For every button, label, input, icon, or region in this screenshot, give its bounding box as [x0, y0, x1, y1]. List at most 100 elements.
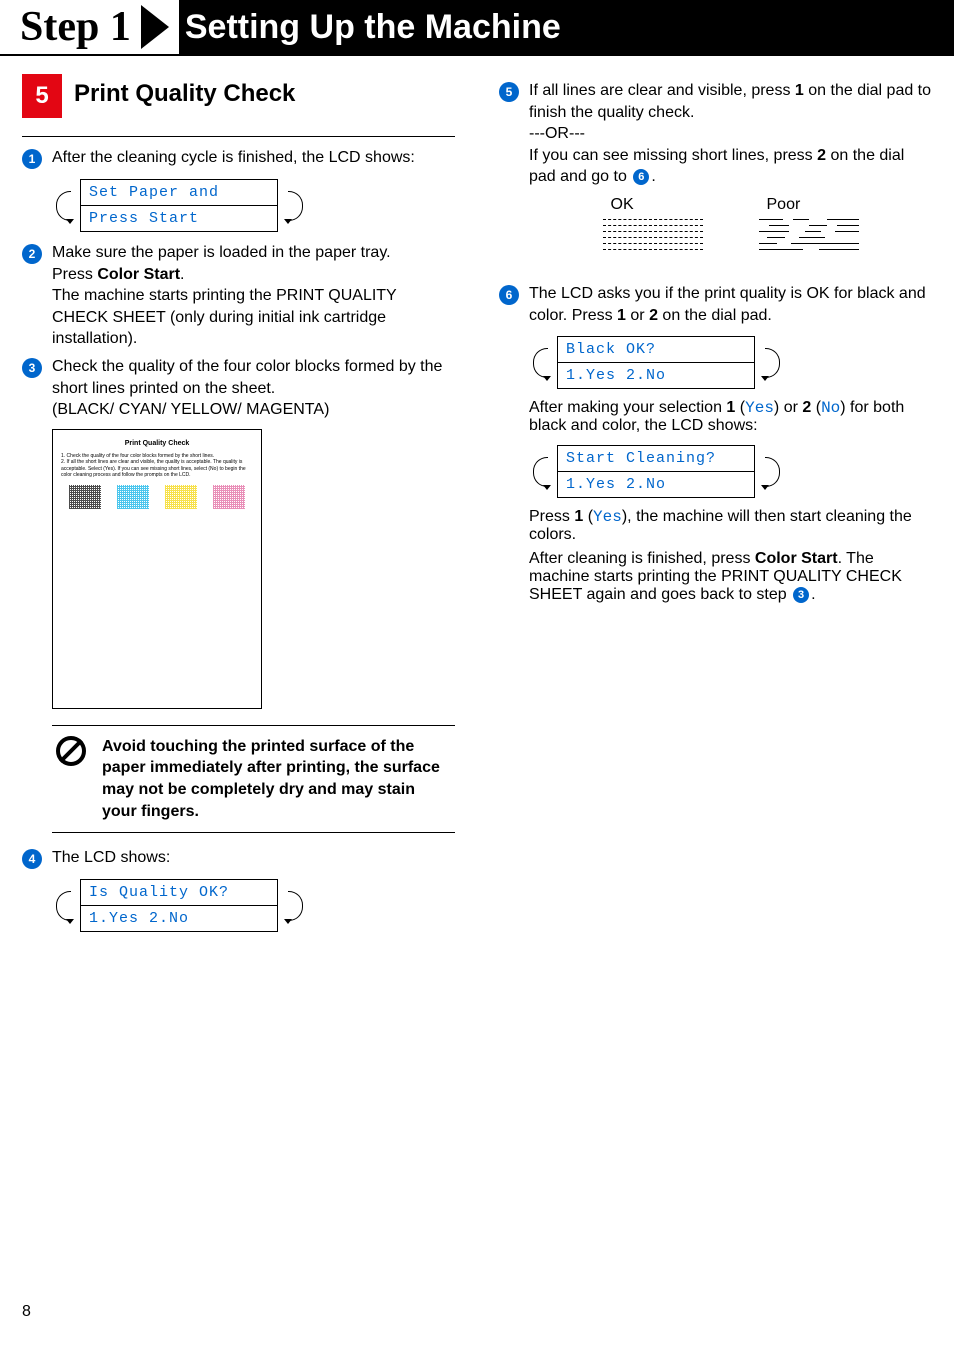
lcd-line: Is Quality OK?: [81, 880, 277, 905]
txt: After cleaning is finished, press: [529, 550, 755, 567]
circled-num-inline-icon: 3: [793, 587, 809, 603]
lcd-cycle-right-icon: [763, 342, 783, 384]
circled-num-inline-icon: 6: [633, 169, 649, 185]
poor-label: Poor: [767, 196, 859, 214]
step-4: 4 The LCD shows:: [22, 847, 455, 869]
txt: or: [626, 307, 649, 324]
quality-check-sheet: Print Quality Check 1. Check the quality…: [52, 429, 262, 709]
mono: Yes: [593, 508, 622, 526]
step-3-text: Check the quality of the four color bloc…: [52, 356, 455, 421]
bold: 2: [817, 147, 826, 164]
swatch-cyan: [117, 485, 149, 509]
txt: .: [180, 266, 184, 283]
circled-num-icon: 5: [499, 82, 519, 102]
txt: ---OR---: [529, 125, 585, 142]
ok-lines-graphic: [603, 219, 703, 273]
caution-text: Avoid touching the printed surface of th…: [102, 738, 440, 820]
txt: .: [811, 586, 815, 603]
bold: Color Start: [97, 266, 180, 283]
circled-num-icon: 6: [499, 285, 519, 305]
txt: (BLACK/ CYAN/ YELLOW/ MAGENTA): [52, 401, 329, 418]
left-column: 5 Print Quality Check 1 After the cleani…: [0, 74, 477, 942]
txt: Check the quality of the four color bloc…: [52, 358, 442, 397]
step-2-text: Make sure the paper is loaded in the pap…: [52, 242, 455, 350]
lcd-display-6b: Start Cleaning? 1.Yes 2.No: [529, 445, 932, 498]
after-selection-text: After making your selection 1 (Yes) or 2…: [529, 399, 932, 435]
lcd-cycle-left-icon: [529, 342, 549, 384]
txt: 1. Check the quality of the four color b…: [61, 453, 214, 459]
lcd-line: Start Cleaning?: [558, 446, 754, 471]
sheet-title: Print Quality Check: [61, 440, 253, 447]
bold: 1: [617, 307, 626, 324]
caution-box: Avoid touching the printed surface of th…: [52, 725, 455, 833]
swatch-magenta: [213, 485, 245, 509]
lcd-cycle-left-icon: [52, 185, 72, 227]
lcd-line: Black OK?: [558, 337, 754, 362]
txt: Press: [52, 266, 97, 283]
sheet-text: 1. Check the quality of the four color b…: [61, 453, 253, 479]
lcd-display-4: Is Quality OK? 1.Yes 2.No: [52, 879, 455, 932]
swatch-black: [69, 485, 101, 509]
step-2: 2 Make sure the paper is loaded in the p…: [22, 242, 455, 350]
press-1-text: Press 1 (Yes), the machine will then sta…: [529, 508, 932, 544]
txt: If all lines are clear and visible, pres…: [529, 82, 795, 99]
bold: 2: [802, 399, 811, 416]
page-header: Step 1 Setting Up the Machine: [0, 0, 954, 56]
lcd-cycle-left-icon: [529, 451, 549, 493]
step-6: 6 The LCD asks you if the print quality …: [499, 283, 932, 326]
after-cleaning-text: After cleaning is finished, press Color …: [529, 550, 932, 604]
lcd-cycle-right-icon: [286, 885, 306, 927]
okpoor-ok: OK: [603, 196, 703, 273]
txt: .: [651, 168, 655, 185]
circled-num-icon: 2: [22, 244, 42, 264]
lcd-line: 1.Yes 2.No: [558, 471, 754, 497]
txt: or: [779, 399, 802, 416]
bold: 1: [795, 82, 804, 99]
circled-num-icon: 4: [22, 849, 42, 869]
step-4-text: The LCD shows:: [52, 847, 455, 869]
txt: After making your selection: [529, 399, 726, 416]
bold: 1: [726, 399, 735, 416]
chevron-icon: [141, 5, 169, 49]
lcd-box: Black OK? 1.Yes 2.No: [557, 336, 755, 389]
circled-num-icon: 1: [22, 149, 42, 169]
content: 5 Print Quality Check 1 After the cleani…: [0, 56, 954, 942]
mono: Yes: [745, 399, 774, 417]
step-5: 5 If all lines are clear and visible, pr…: [499, 80, 932, 188]
header-title: Setting Up the Machine: [179, 0, 954, 54]
right-column: 5 If all lines are clear and visible, pr…: [477, 74, 954, 942]
lcd-box: Set Paper and Press Start: [80, 179, 278, 232]
section-number: 5: [22, 74, 62, 118]
bold: 1: [574, 508, 583, 525]
step-1-text: After the cleaning cycle is finished, th…: [52, 147, 455, 169]
txt: Make sure the paper is loaded in the pap…: [52, 244, 391, 261]
step-1: 1 After the cleaning cycle is finished, …: [22, 147, 455, 169]
step-5-text: If all lines are clear and visible, pres…: [529, 80, 932, 188]
page-number: 8: [22, 1303, 31, 1321]
lcd-box: Start Cleaning? 1.Yes 2.No: [557, 445, 755, 498]
lcd-line: Press Start: [81, 205, 277, 231]
okpoor-row: OK Poor: [529, 196, 932, 273]
section-head: 5 Print Quality Check: [22, 74, 455, 137]
lcd-display-1: Set Paper and Press Start: [52, 179, 455, 232]
ok-label: OK: [611, 196, 703, 214]
lcd-line: Set Paper and: [81, 180, 277, 205]
txt: The machine starts printing the PRINT QU…: [52, 287, 396, 347]
circled-num-icon: 3: [22, 358, 42, 378]
lcd-line: 1.Yes 2.No: [558, 362, 754, 388]
step-3: 3 Check the quality of the four color bl…: [22, 356, 455, 421]
lcd-cycle-right-icon: [286, 185, 306, 227]
txt: If you can see missing short lines, pres…: [529, 147, 817, 164]
bold: 2: [649, 307, 658, 324]
lcd-line: 1.Yes 2.No: [81, 905, 277, 931]
section-title: Print Quality Check: [74, 74, 295, 108]
lcd-cycle-left-icon: [52, 885, 72, 927]
step-6-text: The LCD asks you if the print quality is…: [529, 283, 932, 326]
txt: on the dial pad.: [658, 307, 772, 324]
poor-lines-graphic: [759, 219, 859, 273]
swatch-yellow: [165, 485, 197, 509]
mono: No: [821, 399, 840, 417]
lcd-cycle-right-icon: [763, 451, 783, 493]
swatches: [61, 485, 253, 509]
step-label: Step 1: [20, 3, 131, 51]
